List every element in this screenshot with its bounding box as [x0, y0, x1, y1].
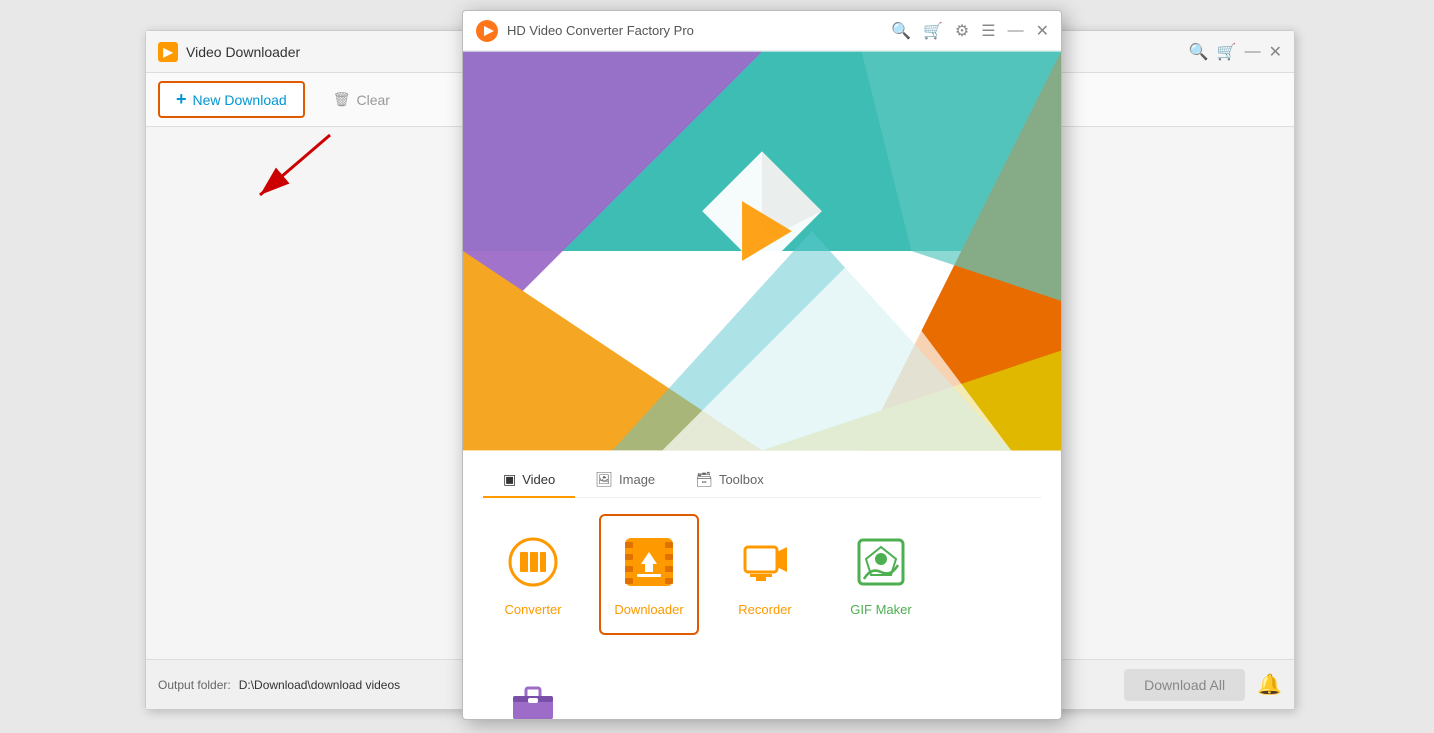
menu-icon[interactable]: ☰: [981, 21, 995, 41]
hero-graphic: [463, 51, 1061, 451]
trash-icon: 🗑: [333, 91, 351, 108]
clear-label: Clear: [356, 92, 389, 108]
footer-right: Download All 🔔: [1124, 669, 1282, 701]
main-window-title: HD Video Converter Factory Pro: [507, 23, 891, 38]
gif-maker-card[interactable]: GIF Maker: [831, 514, 931, 635]
tab-video[interactable]: ▣ Video: [483, 463, 575, 498]
search-icon-main[interactable]: 🔍: [891, 21, 911, 41]
downloader-icon: [619, 532, 679, 592]
toolbox-tab-label: Toolbox: [719, 472, 764, 487]
downloader-label: Downloader: [614, 602, 683, 617]
bottom-section: ▣ Video 🖼 Image 🗃 Toolbox: [463, 451, 1061, 720]
new-download-button[interactable]: + New Download: [158, 81, 305, 118]
settings-icon[interactable]: ⚙: [955, 21, 969, 41]
main-titlebar-controls: 🔍 🛒 ⚙ ☰ — ✕: [891, 21, 1049, 41]
download-all-button[interactable]: Download All: [1124, 669, 1245, 701]
recorder-card[interactable]: Recorder: [715, 514, 815, 635]
image-tab-icon: 🖼: [595, 471, 613, 488]
output-folder-label: Output folder:: [158, 678, 231, 692]
close-icon-main[interactable]: ✕: [1036, 21, 1049, 41]
main-window: HD Video Converter Factory Pro 🔍 🛒 ⚙ ☰ —…: [462, 10, 1062, 720]
search-icon[interactable]: 🔍: [1189, 42, 1209, 62]
converter-label: Converter: [504, 602, 561, 617]
output-folder-path: D:\Download\download videos: [239, 678, 400, 692]
tab-image[interactable]: 🖼 Image: [575, 463, 675, 498]
bg-app-icon: ▶: [158, 42, 178, 62]
hero-area: [463, 51, 1061, 451]
module-grid: Converter: [483, 514, 1041, 720]
converter-icon: [503, 532, 563, 592]
app-logo: [475, 19, 499, 43]
main-titlebar: HD Video Converter Factory Pro 🔍 🛒 ⚙ ☰ —…: [463, 11, 1061, 51]
toolbox-tab-icon: 🗃: [695, 471, 713, 488]
image-tab-label: Image: [619, 472, 655, 487]
toolbox-card[interactable]: Toolbox: [483, 651, 583, 720]
downloader-card[interactable]: Downloader: [599, 514, 699, 635]
minimize-icon-main[interactable]: —: [1008, 22, 1024, 40]
cart-icon[interactable]: 🛒: [1217, 42, 1237, 62]
category-tabs: ▣ Video 🖼 Image 🗃 Toolbox: [483, 451, 1041, 498]
bg-window-title: Video Downloader: [186, 44, 300, 60]
new-download-label: New Download: [193, 92, 287, 108]
recorder-icon: [735, 532, 795, 592]
minimize-icon[interactable]: —: [1245, 43, 1261, 61]
recorder-label: Recorder: [738, 602, 791, 617]
converter-card[interactable]: Converter: [483, 514, 583, 635]
bell-icon[interactable]: 🔔: [1257, 672, 1282, 697]
bg-window-controls: 🔍 🛒 — ✕: [1189, 42, 1282, 62]
clear-button[interactable]: 🗑 Clear: [321, 85, 402, 114]
cart-icon-main[interactable]: 🛒: [923, 21, 943, 41]
video-tab-icon: ▣: [503, 471, 516, 488]
close-icon[interactable]: ✕: [1269, 42, 1282, 62]
video-tab-label: Video: [522, 472, 555, 487]
gif-maker-label: GIF Maker: [850, 602, 911, 617]
gif-maker-icon: [851, 532, 911, 592]
plus-icon: +: [176, 89, 187, 110]
toolbox-icon: [503, 669, 563, 720]
tab-toolbox[interactable]: 🗃 Toolbox: [675, 463, 784, 498]
